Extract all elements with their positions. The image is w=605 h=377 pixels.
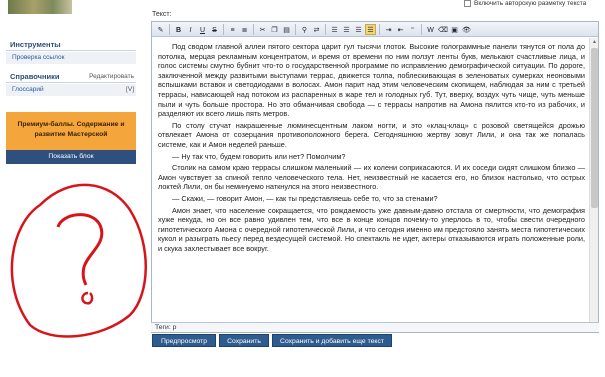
toolbar-separator xyxy=(325,23,326,35)
editor-content-area[interactable]: Под сводом главной аллеи пятого сектора … xyxy=(152,38,590,331)
numbered-list-icon[interactable]: ≣ xyxy=(239,24,250,35)
paragraph: — Ну так что, будем говорить или нет? По… xyxy=(172,151,346,161)
find-icon[interactable]: ⚲ xyxy=(299,24,310,35)
paragraph: Столик на самом краю террасы слишком мал… xyxy=(158,163,585,192)
author-markup-option[interactable]: Включить авторскую разметку текста xyxy=(464,0,604,10)
replace-icon[interactable]: ⇄ xyxy=(311,24,322,35)
paragraph: Под сводом главной аллеи пятого сектора … xyxy=(158,42,585,119)
cut-icon[interactable]: ✂ xyxy=(257,24,268,35)
paragraph: — Скажи, — говорит Амон, — как ты предст… xyxy=(172,193,438,203)
bold-icon[interactable]: B xyxy=(173,24,184,35)
paragraph: Амон знает, что население сокращается, ч… xyxy=(158,205,585,253)
header-thumbnail-image xyxy=(8,0,72,14)
align-center-icon[interactable]: ☰ xyxy=(341,24,352,35)
save-button[interactable]: Сохранить xyxy=(219,334,269,347)
paste-icon[interactable]: ▤ xyxy=(281,24,292,35)
copy-icon[interactable]: ❐ xyxy=(269,24,280,35)
italic-icon[interactable]: I xyxy=(185,24,196,35)
source-icon[interactable]: ✎ xyxy=(155,24,166,35)
link-check-link[interactable]: Проверка ссылок xyxy=(12,54,64,61)
toolbar-separator xyxy=(295,23,296,35)
toolbar-separator xyxy=(169,23,170,35)
references-heading-label: Справочники xyxy=(10,72,60,81)
references-edit-link[interactable]: Редактировать xyxy=(89,70,134,83)
remove-format-icon[interactable]: ⌫ xyxy=(437,24,448,35)
element-path-status: Теги: p xyxy=(151,322,599,332)
premium-promo-block[interactable]: Премиум-баллы. Содержание и развитие Мас… xyxy=(6,112,136,150)
tools-box: Проверка ссылок xyxy=(6,52,136,64)
toolbar-separator xyxy=(421,23,422,35)
indent-icon[interactable]: ⇥ xyxy=(383,24,394,35)
text-field-label: Текст: xyxy=(152,11,172,18)
bulleted-list-icon[interactable]: ≡ xyxy=(227,24,238,35)
scroll-up-icon[interactable]: ▲ xyxy=(591,39,598,46)
editor-toolbar: ✎ B I U S ≡ ≣ ✂ ❐ ▤ ⚲ ⇄ ☰ ☰ ☰ ☰ ⇥ ⇤ “ W … xyxy=(152,22,598,37)
text-editor-panel: Включить авторскую разметку текста Текст… xyxy=(150,0,605,377)
save-and-add-button[interactable]: Сохранить и добавить еще текст xyxy=(272,334,392,347)
underline-icon[interactable]: U xyxy=(197,24,208,35)
align-left-icon[interactable]: ☰ xyxy=(329,24,340,35)
paragraph: По столу стучат накрашенные люминесцентн… xyxy=(158,120,585,149)
toolbar-separator xyxy=(379,23,380,35)
preview-button[interactable]: Предпросмотр xyxy=(152,334,216,347)
toolbar-separator xyxy=(253,23,254,35)
glossary-link[interactable]: Глоссарий xyxy=(12,86,44,93)
red-question-mark-doodle xyxy=(10,183,147,338)
scrollbar-thumb[interactable] xyxy=(591,48,598,208)
preview-icon[interactable]: 👁 xyxy=(461,24,472,35)
align-justify-icon[interactable]: ☰ xyxy=(365,23,376,35)
blockquote-icon[interactable]: “ xyxy=(407,24,418,35)
tools-heading: Инструменты xyxy=(6,38,136,51)
show-block-button[interactable]: Показать блок xyxy=(6,150,136,164)
paste-word-icon[interactable]: W xyxy=(425,24,436,35)
strikethrough-icon[interactable]: S xyxy=(209,24,220,35)
references-box: Глоссарий [V] xyxy=(6,84,136,96)
outdent-icon[interactable]: ⇤ xyxy=(395,24,406,35)
toolbar-separator xyxy=(223,23,224,35)
editor-scrollbar[interactable]: ▲ ▼ xyxy=(589,38,598,331)
align-right-icon[interactable]: ☰ xyxy=(353,24,364,35)
references-heading: Справочники Редактировать xyxy=(6,70,136,83)
glossary-toggle[interactable]: [V] xyxy=(126,86,134,93)
author-markup-label: Включить авторскую разметку текста xyxy=(474,0,587,8)
author-markup-checkbox[interactable] xyxy=(464,0,471,7)
rich-text-editor: ✎ B I U S ≡ ≣ ✂ ❐ ▤ ⚲ ⇄ ☰ ☰ ☰ ☰ ⇥ ⇤ “ W … xyxy=(151,21,599,333)
maximize-icon[interactable]: ▣ xyxy=(449,24,460,35)
